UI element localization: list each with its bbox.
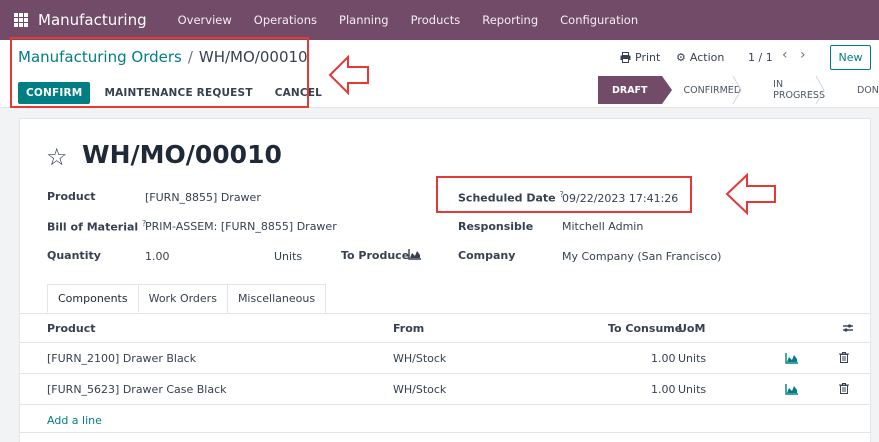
stage-in-progress[interactable]: IN PROGRESS xyxy=(755,76,839,104)
action-label: Action xyxy=(689,51,725,64)
responsible-label: Responsible xyxy=(458,220,534,233)
apps-grid-icon[interactable] xyxy=(14,13,28,27)
annotation-highlight-scheduled-date xyxy=(436,176,692,213)
annotation-highlight-header xyxy=(10,37,309,108)
menu-reporting[interactable]: Reporting xyxy=(471,13,549,27)
bom-label-text: Bill of Material xyxy=(47,220,139,234)
product-field[interactable]: [FURN_8855] Drawer xyxy=(145,191,261,204)
chevron-right-icon[interactable]: › xyxy=(800,47,806,63)
chevron-left-icon[interactable]: ‹ xyxy=(782,47,788,63)
row-uom: Units xyxy=(678,352,707,365)
stage-draft[interactable]: DRAFT xyxy=(598,76,671,104)
star-icon[interactable]: ☆ xyxy=(46,143,68,171)
tab-components[interactable]: Components xyxy=(47,284,139,313)
col-header-to-consume[interactable]: To Consume xyxy=(608,322,682,335)
forecast-chart-icon[interactable] xyxy=(785,353,798,364)
col-header-product[interactable]: Product xyxy=(47,322,96,335)
row-product[interactable]: [FURN_2100] Drawer Black xyxy=(47,352,196,365)
tab-miscellaneous[interactable]: Miscellaneous xyxy=(226,284,327,313)
pager-value[interactable]: 1 / 1 xyxy=(748,51,773,64)
gear-icon: ⚙ xyxy=(676,51,686,64)
row-from[interactable]: WH/Stock xyxy=(393,383,446,396)
annotation-arrow-left-icon xyxy=(725,172,776,216)
add-line-link[interactable]: Add a line xyxy=(47,414,102,427)
column-settings-icon[interactable] xyxy=(842,322,854,334)
company-field[interactable]: My Company (San Francisco) xyxy=(562,250,721,263)
quantity-label: Quantity xyxy=(47,249,101,262)
row-uom: Units xyxy=(678,383,707,396)
trash-icon[interactable] xyxy=(839,383,849,394)
row-qty[interactable]: 1.00 xyxy=(651,352,676,365)
action-menu-button[interactable]: ⚙ Action xyxy=(676,51,724,64)
row-product[interactable]: [FURN_5623] Drawer Case Black xyxy=(47,383,227,396)
menu-products[interactable]: Products xyxy=(400,13,472,27)
menu-operations[interactable]: Operations xyxy=(243,13,328,27)
menu-overview[interactable]: Overview xyxy=(167,13,243,27)
quantity-unit[interactable]: Units xyxy=(274,250,302,263)
company-label: Company xyxy=(458,249,516,262)
bom-field[interactable]: PRIM-ASSEM: [FURN_8855] Drawer xyxy=(145,220,337,233)
row-divider xyxy=(20,404,870,405)
forecast-chart-icon[interactable] xyxy=(785,384,798,395)
area-chart-icon[interactable] xyxy=(408,249,421,260)
bom-label: Bill of Material ? xyxy=(47,219,146,234)
stage-done[interactable]: DONE xyxy=(839,76,879,104)
menu-planning[interactable]: Planning xyxy=(328,13,400,27)
printer-icon xyxy=(620,52,631,63)
tabs-divider xyxy=(20,313,870,314)
row-divider xyxy=(20,432,870,433)
responsible-field[interactable]: Mitchell Admin xyxy=(562,220,643,233)
app-brand[interactable]: Manufacturing xyxy=(38,11,147,29)
menu-configuration[interactable]: Configuration xyxy=(549,13,649,27)
notebook-tabs: Components Work Orders Miscellaneous xyxy=(47,284,327,313)
tab-work-orders[interactable]: Work Orders xyxy=(137,284,228,313)
main-menu: Overview Operations Planning Products Re… xyxy=(167,13,650,27)
new-button[interactable]: New xyxy=(830,45,871,70)
record-title: WH/MO/00010 xyxy=(82,140,282,169)
trash-icon[interactable] xyxy=(839,352,849,363)
col-header-from[interactable]: From xyxy=(393,322,424,335)
row-divider xyxy=(20,342,870,343)
print-button[interactable]: Print xyxy=(620,51,660,64)
top-navbar: Manufacturing Overview Operations Planni… xyxy=(0,0,879,40)
to-produce-label: To Produce xyxy=(341,249,410,262)
quantity-field[interactable]: 1.00 xyxy=(145,250,170,263)
row-from[interactable]: WH/Stock xyxy=(393,352,446,365)
row-qty[interactable]: 1.00 xyxy=(651,383,676,396)
row-divider xyxy=(20,373,870,374)
annotation-arrow-left-icon xyxy=(328,54,369,96)
product-label: Product xyxy=(47,190,96,203)
col-header-uom[interactable]: UoM xyxy=(678,322,705,335)
stage-divider xyxy=(815,76,825,104)
print-label: Print xyxy=(635,51,661,64)
stage-divider xyxy=(732,76,742,104)
